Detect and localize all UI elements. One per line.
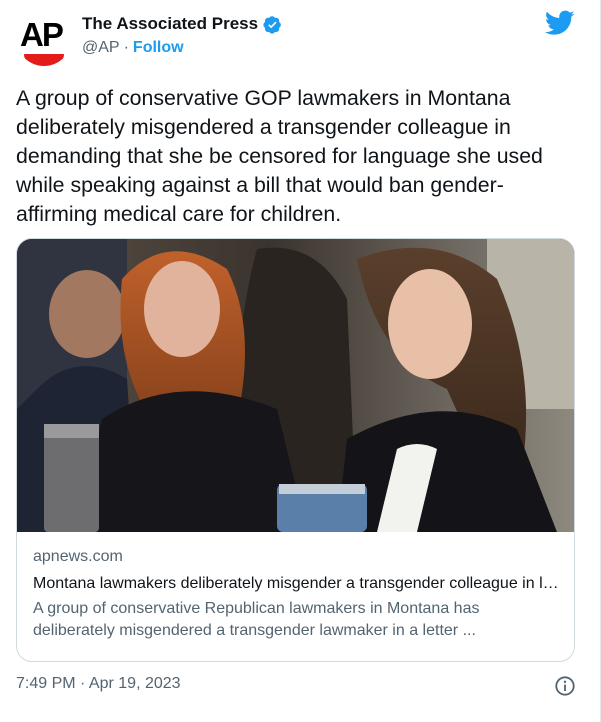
link-domain: apnews.com bbox=[33, 548, 123, 565]
article-photo[interactable] bbox=[17, 239, 574, 532]
twitter-bird-icon[interactable] bbox=[545, 10, 575, 36]
separator-dot: · bbox=[123, 39, 129, 56]
link-description: A group of conservative Republican lawma… bbox=[33, 600, 480, 639]
author-info: The Associated Press @AP · Follow bbox=[82, 14, 282, 57]
tweet-embed: AP The Associated Press @AP · Follow A g… bbox=[0, 0, 601, 722]
link-headline[interactable]: Montana lawmakers deliberately misgender… bbox=[33, 575, 563, 593]
tweet-header: AP The Associated Press @AP · Follow bbox=[16, 10, 585, 66]
follow-button[interactable]: Follow bbox=[133, 39, 184, 57]
ap-logo-text: AP bbox=[20, 16, 64, 53]
tweet-text: A group of conservative GOP lawmakers in… bbox=[16, 86, 543, 226]
ap-logo-red-arc bbox=[24, 54, 64, 66]
avatar[interactable]: AP bbox=[16, 10, 72, 66]
verified-badge-icon bbox=[263, 15, 281, 34]
tweet-footer: 7:49 PM · Apr 19, 2023 bbox=[16, 675, 576, 697]
tweet-timestamp[interactable]: 7:49 PM · Apr 19, 2023 bbox=[16, 675, 181, 692]
author-handle[interactable]: @AP bbox=[82, 39, 120, 57]
author-name[interactable]: The Associated Press bbox=[82, 14, 258, 34]
link-preview-card[interactable]: apnews.com Montana lawmakers deliberatel… bbox=[16, 238, 575, 662]
link-meta: apnews.com Montana lawmakers deliberatel… bbox=[33, 548, 563, 642]
info-icon[interactable] bbox=[554, 675, 576, 697]
